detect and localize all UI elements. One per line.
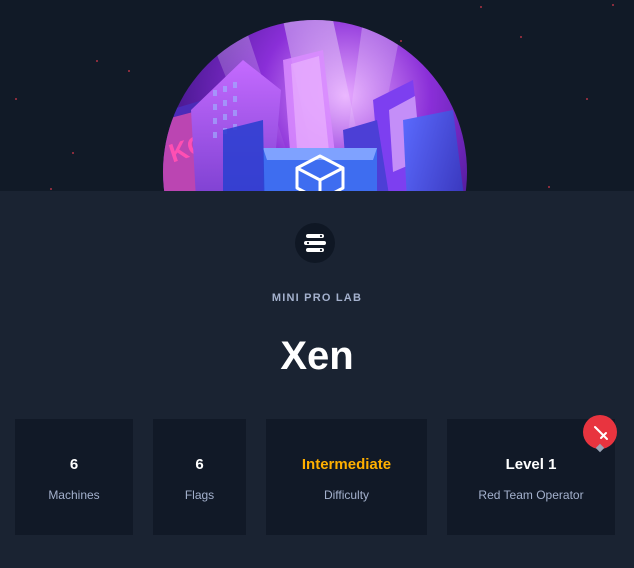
- stat-label: Machines: [48, 488, 100, 502]
- stat-value: Level 1: [505, 456, 557, 473]
- lab-type-label: MINI PRO LAB: [271, 292, 363, 304]
- city-skyline-artwork: KO: [163, 20, 467, 191]
- stat-label: Flags: [184, 488, 215, 502]
- stat-label: Difficulty: [323, 488, 370, 502]
- stat-card-machines: 6 Machines: [15, 419, 133, 535]
- prolab-page: KO MINI PRO LAB Xen 6 Machines 6 Flags I…: [0, 0, 634, 568]
- stat-value: Intermediate: [301, 456, 392, 473]
- lab-title: Xen: [280, 334, 354, 378]
- stat-value: 6: [69, 456, 79, 473]
- stat-card-difficulty: Intermediate Difficulty: [266, 419, 427, 535]
- prolab-logo-icon: [295, 223, 335, 263]
- stat-value: 6: [195, 456, 204, 473]
- stat-label: Red Team Operator: [478, 488, 584, 502]
- stat-card-flags: 6 Flags: [153, 419, 246, 535]
- hero-banner: KO: [0, 0, 634, 191]
